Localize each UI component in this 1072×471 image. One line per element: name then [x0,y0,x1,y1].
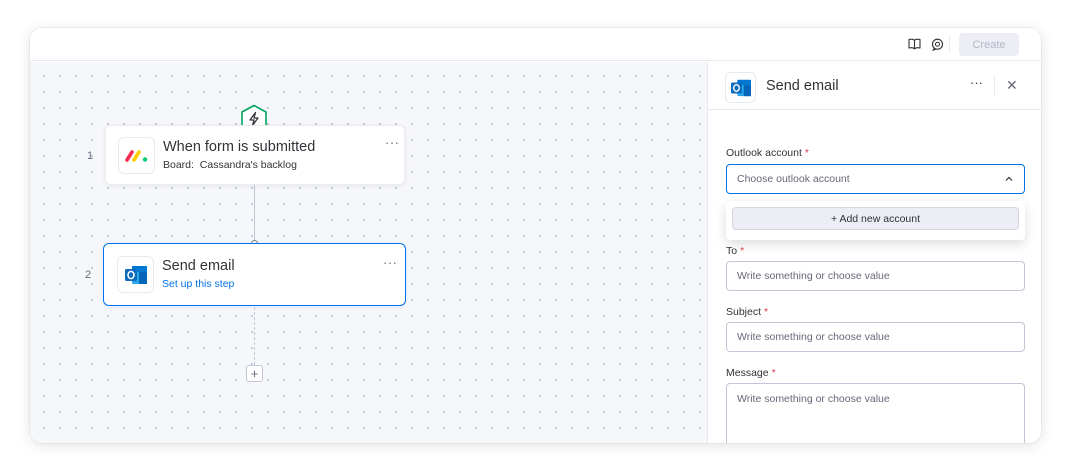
setup-step-link[interactable]: Set up this step [162,278,234,290]
outlook-icon [725,72,756,103]
step-settings-panel: Send email ··· ✕ Outlook account * Choose… [707,62,1041,443]
step-title: When form is submitted [163,139,316,155]
subject-placeholder: Write something or choose value [737,331,890,343]
to-field[interactable]: Write something or choose value [726,261,1025,291]
step-card-send-email[interactable]: Send email Set up this step ··· [103,243,406,306]
add-new-account-button[interactable]: + Add new account [732,207,1019,230]
step-number: 2 [85,269,92,281]
required-mark: * [771,367,776,379]
required-mark: * [740,245,745,257]
to-label: To * [726,245,744,257]
automation-editor-window: Create 1 When form is submitted Board: C… [30,28,1041,443]
header-divider [994,76,995,96]
step-more-button[interactable]: ··· [385,136,400,149]
field-label-text: Message [726,367,769,379]
close-icon[interactable]: ✕ [1006,77,1018,93]
message-field[interactable]: Write something or choose value [726,383,1025,443]
workflow-canvas[interactable]: 1 When form is submitted Board: Cassandr… [30,62,707,443]
top-bar: Create [30,28,1041,61]
book-icon[interactable] [907,37,921,51]
board-label: Board: [163,159,194,171]
step-subtitle: Board: Cassandra's backlog [163,159,297,171]
select-value: Choose outlook account [737,173,850,185]
chat-icon[interactable] [930,37,944,51]
outlook-account-select[interactable]: Choose outlook account [726,164,1025,194]
subject-field[interactable]: Write something or choose value [726,322,1025,352]
subject-label: Subject * [726,306,768,318]
required-mark: * [804,147,809,159]
step-card-trigger[interactable]: When form is submitted Board: Cassandra'… [105,125,405,185]
required-mark: * [764,306,769,318]
step-title: Send email [162,258,235,274]
add-step-button[interactable]: + [246,365,263,382]
message-label: Message * [726,367,776,379]
panel-title: Send email [766,78,839,94]
chevron-up-icon [1004,174,1014,187]
step-connector-dashed [254,307,255,365]
message-placeholder: Write something or choose value [737,393,890,405]
step-number: 1 [87,150,94,162]
to-placeholder: Write something or choose value [737,270,890,282]
field-label-text: To [726,245,738,257]
panel-header: Send email ··· ✕ [708,62,1041,110]
step-connector [254,185,255,243]
field-label-text: Subject [726,306,762,318]
create-button[interactable]: Create [959,33,1019,56]
outlook-icon [117,256,154,293]
board-name: Cassandra's backlog [199,159,297,171]
panel-more-button[interactable]: ··· [970,76,983,89]
outlook-account-label: Outlook account * [726,147,809,159]
toolbar-divider [949,36,950,52]
step-more-button[interactable]: ··· [383,256,398,269]
account-dropdown-menu: + Add new account [726,201,1025,240]
monday-logo-icon [118,137,155,174]
field-label-text: Outlook account [726,147,802,159]
